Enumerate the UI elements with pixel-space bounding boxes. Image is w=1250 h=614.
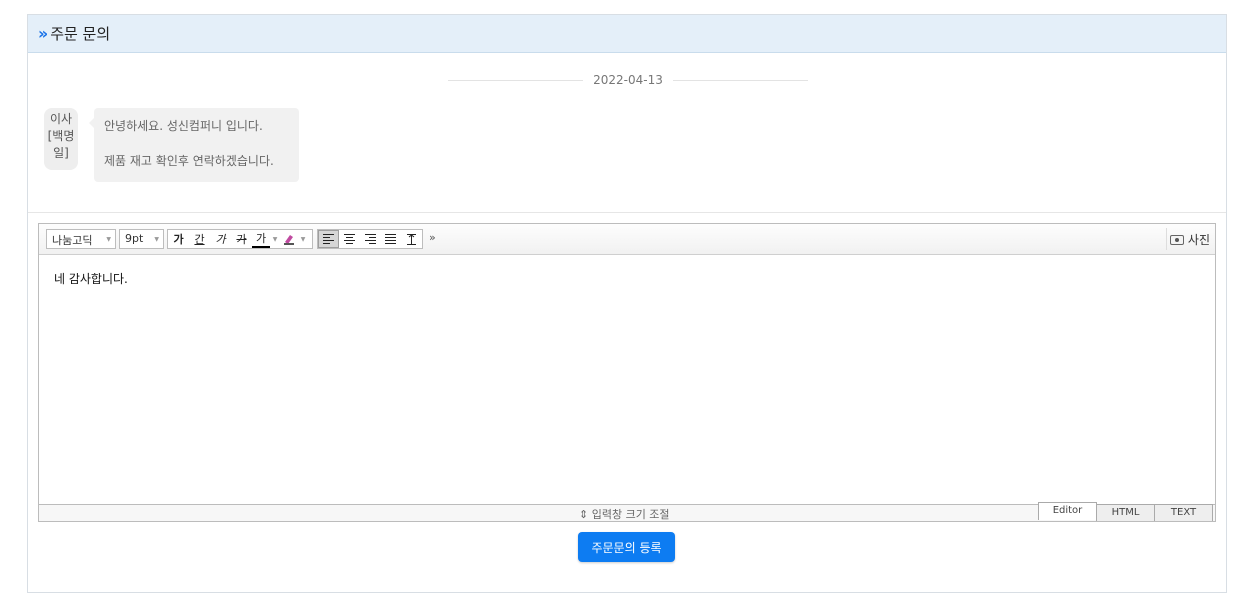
highlight-dropdown-icon[interactable]: ▼ xyxy=(298,230,308,248)
font-color-button[interactable]: 가 xyxy=(252,230,270,248)
strikethrough-button[interactable]: 가 xyxy=(231,230,252,248)
sender-avatar: 이사 [백명 일] xyxy=(44,108,78,170)
more-tools-button[interactable]: » xyxy=(429,231,436,244)
message-text: 제품 재고 확인후 연락하겠습니다. xyxy=(104,154,274,168)
editor-text: 네 감사합니다. xyxy=(54,272,128,286)
tab-text[interactable]: TEXT xyxy=(1154,504,1213,521)
panel-title: 주문 문의 xyxy=(50,25,111,43)
align-justify-icon[interactable] xyxy=(380,230,401,248)
tab-editor[interactable]: Editor xyxy=(1038,502,1097,520)
italic-button[interactable]: 가 xyxy=(210,230,231,248)
align-left-icon[interactable] xyxy=(318,230,339,248)
date-separator: 2022-04-13 xyxy=(448,73,808,87)
sender-name-line: [백명 xyxy=(47,129,75,143)
font-size-select[interactable]: 9pt ▼ xyxy=(119,229,164,249)
editor-status-bar: ⇕ 입력창 크기 조절 Editor HTML TEXT xyxy=(39,502,1215,522)
double-chevron-right-icon: ›› xyxy=(38,23,48,43)
chat-date: 2022-04-13 xyxy=(593,73,663,87)
sender-name-line: 이사 xyxy=(49,112,73,126)
editor-toolbar: 나눔고딕 ▼ 9pt ▼ 가 간 가 가 가 ▼ ▼ » 사진 xyxy=(39,224,1215,255)
text-style-group: 가 간 가 가 가 ▼ ▼ xyxy=(167,229,313,249)
font-color-dropdown-icon[interactable]: ▼ xyxy=(270,230,280,248)
dropdown-arrow-icon: ▼ xyxy=(154,236,159,243)
sender-name-line: 일] xyxy=(53,146,69,160)
align-group xyxy=(317,229,423,249)
editor-content-area[interactable]: 네 감사합니다. xyxy=(39,255,1215,505)
tab-html[interactable]: HTML xyxy=(1096,504,1155,521)
font-family-select[interactable]: 나눔고딕 ▼ xyxy=(46,229,116,249)
align-center-icon[interactable] xyxy=(339,230,360,248)
message-text: 안녕하세요. 성신컴퍼니 입니다. xyxy=(104,119,263,133)
camera-icon xyxy=(1169,234,1184,245)
line-height-icon[interactable] xyxy=(401,230,422,248)
resize-handle[interactable]: ⇕ 입력창 크기 조절 xyxy=(579,506,670,522)
bold-button[interactable]: 가 xyxy=(168,230,189,248)
order-inquiry-panel: ›› 주문 문의 2022-04-13 이사 [백명 일] 안녕하세요. 성신컴… xyxy=(27,14,1227,593)
message-bubble: 안녕하세요. 성신컴퍼니 입니다. 제품 재고 확인후 연락하겠습니다. xyxy=(89,108,299,182)
editor-mode-tabs: Editor HTML TEXT xyxy=(1038,502,1213,521)
insert-photo-button[interactable]: 사진 xyxy=(1169,231,1210,248)
submit-inquiry-button[interactable]: 주문문의 등록 xyxy=(578,532,675,562)
dropdown-arrow-icon: ▼ xyxy=(106,236,111,243)
chat-area: 2022-04-13 이사 [백명 일] 안녕하세요. 성신컴퍼니 입니다. 제… xyxy=(28,53,1226,213)
panel-header: ›› 주문 문의 xyxy=(28,15,1226,53)
highlight-icon[interactable] xyxy=(280,230,298,248)
underline-button[interactable]: 간 xyxy=(189,230,210,248)
align-right-icon[interactable] xyxy=(360,230,381,248)
rich-text-editor: 나눔고딕 ▼ 9pt ▼ 가 간 가 가 가 ▼ ▼ » 사진 네 감사합니다.… xyxy=(38,223,1216,522)
